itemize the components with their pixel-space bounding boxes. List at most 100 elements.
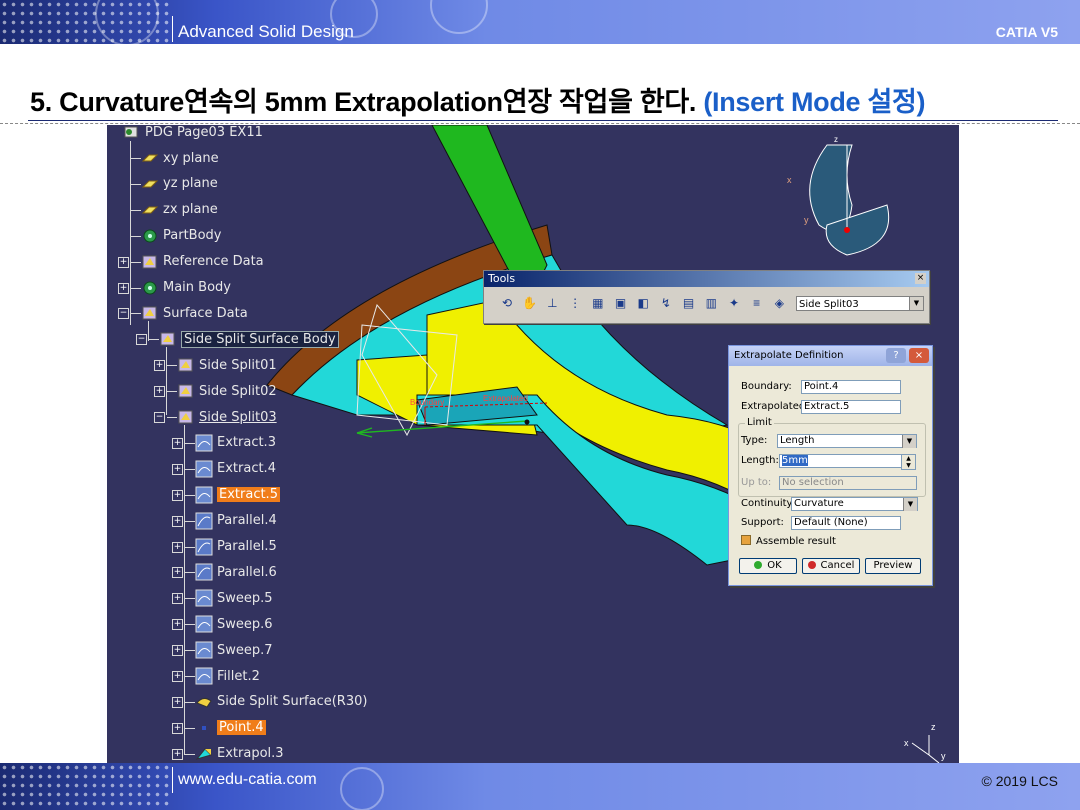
measure-icon[interactable]: ↯: [657, 294, 675, 312]
close-icon[interactable]: ×: [915, 273, 926, 284]
header-separator: [172, 16, 173, 42]
tree-item[interactable]: Sweep.6: [195, 614, 273, 634]
tree-item[interactable]: Reference Data: [141, 252, 264, 272]
tree-item-label: Side Split02: [199, 383, 277, 399]
axis-icon[interactable]: ⊥: [543, 294, 561, 312]
tree-expand-icon[interactable]: +: [172, 722, 183, 734]
curve-icon: [195, 538, 213, 556]
tree-item[interactable]: Sweep.7: [195, 640, 273, 660]
checkbox-icon[interactable]: [741, 535, 751, 545]
compass-origin[interactable]: [844, 227, 850, 233]
tree-item[interactable]: Extract.5: [195, 485, 280, 505]
tree-expand-icon[interactable]: +: [172, 748, 183, 760]
tree-expand-icon[interactable]: +: [172, 696, 183, 708]
ok-button[interactable]: OK: [739, 558, 797, 574]
extrapolate-definition-dialog[interactable]: Extrapolate Definition ? × Boundary: Poi…: [728, 345, 933, 586]
cancel-button[interactable]: Cancel: [802, 558, 860, 574]
tree-line: [185, 520, 195, 522]
chevron-down-icon[interactable]: ▼: [909, 297, 923, 310]
footer-url-link[interactable]: www.edu-catia.com: [178, 771, 317, 789]
close-icon[interactable]: ×: [909, 348, 929, 363]
tree-item[interactable]: Side Split02: [177, 381, 277, 401]
hand-icon[interactable]: ✋: [521, 294, 539, 312]
continuity-select-value: Curvature: [794, 498, 844, 509]
tree-item[interactable]: PartBody: [141, 226, 221, 246]
plane-system-icon[interactable]: ◧: [634, 294, 652, 312]
tree-item[interactable]: Side Split01: [177, 355, 277, 375]
tree-expand-icon[interactable]: +: [172, 671, 183, 682]
support-field[interactable]: Default (None): [791, 516, 901, 530]
tree-item[interactable]: Extract.3: [195, 433, 276, 453]
tree-line: [185, 727, 195, 729]
current-geoset-select[interactable]: Side Split03 ▼: [796, 296, 924, 311]
ok-button-label: OK: [767, 560, 782, 571]
layer-icon[interactable]: ≡: [748, 294, 766, 312]
tree-root-label: PDG Page03 EX11: [145, 125, 263, 140]
tree-item[interactable]: Side Split Surface Body: [159, 329, 339, 349]
tree-root[interactable]: PDG Page03 EX11: [123, 125, 263, 142]
tree-icon[interactable]: ⋮: [566, 294, 584, 312]
catalog-icon[interactable]: ▤: [680, 294, 698, 312]
tree-item[interactable]: xy plane: [141, 148, 219, 168]
upto-field[interactable]: No selection: [779, 476, 917, 490]
tree-line: [131, 158, 141, 159]
tree-item[interactable]: Extrapol.3: [195, 744, 284, 763]
tree-item[interactable]: Parallel.6: [195, 562, 277, 582]
tree-expand-icon[interactable]: +: [172, 619, 183, 631]
help-icon[interactable]: ?: [886, 348, 906, 363]
tree-expand-icon[interactable]: +: [172, 463, 183, 475]
tree-expand-icon[interactable]: +: [172, 541, 183, 553]
tree-item[interactable]: Point.4: [195, 718, 266, 738]
tree-item[interactable]: Fillet.2: [195, 666, 260, 686]
chevron-down-icon[interactable]: ▼: [903, 498, 917, 511]
tree-expand-icon[interactable]: +: [172, 593, 183, 605]
tree-expand-icon[interactable]: −: [118, 308, 129, 320]
extrapolated-field[interactable]: Extract.5: [801, 400, 901, 414]
tree-expand-icon[interactable]: +: [172, 437, 183, 449]
compass-x-label: x: [787, 175, 792, 185]
tree-item[interactable]: Surface Data: [141, 303, 248, 323]
continuity-select[interactable]: Curvature ▼: [791, 497, 918, 511]
tree-expand-icon[interactable]: +: [172, 645, 183, 657]
tree-item[interactable]: Side Split03: [177, 407, 277, 427]
tree-expand-icon[interactable]: +: [154, 360, 165, 372]
tree-expand-icon[interactable]: +: [172, 515, 183, 527]
tree-item[interactable]: Extract.4: [195, 459, 276, 479]
point-4-marker[interactable]: [524, 419, 530, 425]
tree-expand-icon[interactable]: +: [172, 567, 183, 579]
tree-item[interactable]: Parallel.5: [195, 537, 277, 557]
chevron-down-icon[interactable]: ▼: [902, 435, 916, 448]
create-set-icon[interactable]: ✦: [725, 294, 743, 312]
title-dashed-rule: [0, 123, 1080, 124]
tree-expand-icon[interactable]: +: [118, 256, 129, 268]
tree-item[interactable]: Sweep.5: [195, 588, 273, 608]
length-input[interactable]: 5mm: [779, 454, 903, 468]
tree-expand-icon[interactable]: −: [136, 334, 147, 346]
preview-button[interactable]: Preview: [865, 558, 921, 574]
tree-expand-icon[interactable]: +: [172, 489, 183, 501]
tree-item[interactable]: zx plane: [141, 200, 218, 220]
dialog-titlebar[interactable]: Extrapolate Definition ? ×: [729, 346, 932, 366]
compass-z-label: z: [834, 135, 838, 144]
tree-item[interactable]: Side Split Surface(R30): [195, 692, 367, 712]
limit-group-label: Limit: [745, 417, 774, 428]
curve-icon: [195, 563, 213, 581]
snap-icon[interactable]: ▣: [612, 294, 630, 312]
grid-icon[interactable]: ▦: [589, 294, 607, 312]
type-select[interactable]: Length ▼: [777, 434, 917, 448]
tools-titlebar[interactable]: Tools ×: [484, 271, 929, 287]
boundary-field[interactable]: Point.4: [801, 380, 901, 394]
length-spinner[interactable]: ▲ ▼: [901, 454, 916, 470]
tree-item[interactable]: Parallel.4: [195, 511, 277, 531]
assemble-result-checkbox[interactable]: Assemble result: [741, 534, 836, 550]
tree-item[interactable]: Main Body: [141, 278, 231, 298]
tree-expand-icon[interactable]: +: [154, 386, 165, 398]
tree-expand-icon[interactable]: +: [118, 282, 129, 294]
tree-item-label: Sweep.7: [217, 642, 273, 658]
geoset-select-icon[interactable]: ◈: [770, 294, 788, 312]
tree-item[interactable]: yz plane: [141, 174, 218, 194]
fold-icon[interactable]: ▥: [702, 294, 720, 312]
update-icon[interactable]: ⟲: [498, 294, 516, 312]
tools-toolbar[interactable]: Tools × ⟲ ✋ ⊥ ⋮ ▦ ▣ ◧ ↯ ▤ ▥ ✦ ≡ ◈ Side Split03 ▼: [483, 270, 930, 324]
tree-expand-icon[interactable]: −: [154, 412, 165, 423]
